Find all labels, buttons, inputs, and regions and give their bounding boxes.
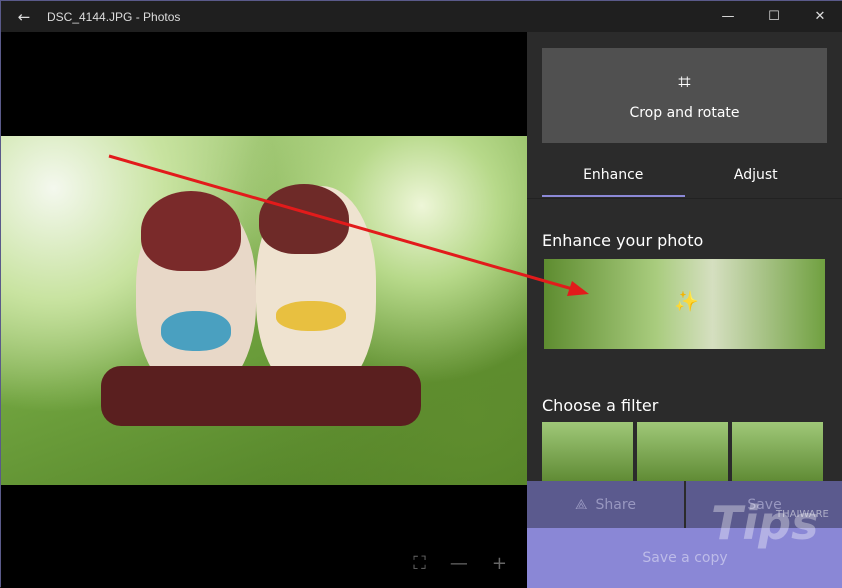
filter-heading: Choose a filter bbox=[542, 396, 659, 415]
window-title: DSC_4144.JPG - Photos bbox=[47, 9, 181, 24]
filter-thumbnail[interactable] bbox=[732, 422, 823, 482]
tab-adjust[interactable]: Adjust bbox=[685, 160, 828, 197]
share-icon: ⟁ bbox=[575, 496, 588, 513]
photo bbox=[1, 136, 527, 485]
fit-screen-icon[interactable]: ⛶ bbox=[413, 553, 426, 574]
minimize-button[interactable]: — bbox=[705, 1, 751, 32]
watermark-logo: Tips bbox=[711, 496, 819, 550]
arrow-left-icon: ← bbox=[17, 7, 31, 26]
crop-rotate-button[interactable]: ⌗ Crop and rotate bbox=[542, 48, 827, 143]
zoom-out-icon[interactable]: — bbox=[450, 553, 468, 574]
magic-wand-icon: ✨ bbox=[674, 289, 699, 313]
share-button[interactable]: ⟁ Share bbox=[527, 481, 686, 528]
watermark-text: THAIWARE bbox=[776, 509, 829, 520]
crop-icon: ⌗ bbox=[678, 70, 691, 95]
enhance-photo-button[interactable]: ✨ bbox=[544, 259, 825, 349]
zoom-in-icon[interactable]: + bbox=[492, 553, 507, 574]
enhance-heading: Enhance your photo bbox=[542, 231, 704, 250]
photo-viewer: ⛶ — + bbox=[1, 32, 527, 588]
close-button[interactable]: ✕ bbox=[797, 1, 842, 32]
back-button[interactable]: ← bbox=[1, 8, 47, 26]
title-bar: ← DSC_4144.JPG - Photos — ☐ ✕ bbox=[1, 1, 842, 32]
filter-thumbnail[interactable] bbox=[542, 422, 633, 482]
tab-enhance[interactable]: Enhance bbox=[542, 160, 685, 197]
maximize-button[interactable]: ☐ bbox=[751, 1, 797, 32]
filter-thumbnail[interactable] bbox=[637, 422, 728, 482]
